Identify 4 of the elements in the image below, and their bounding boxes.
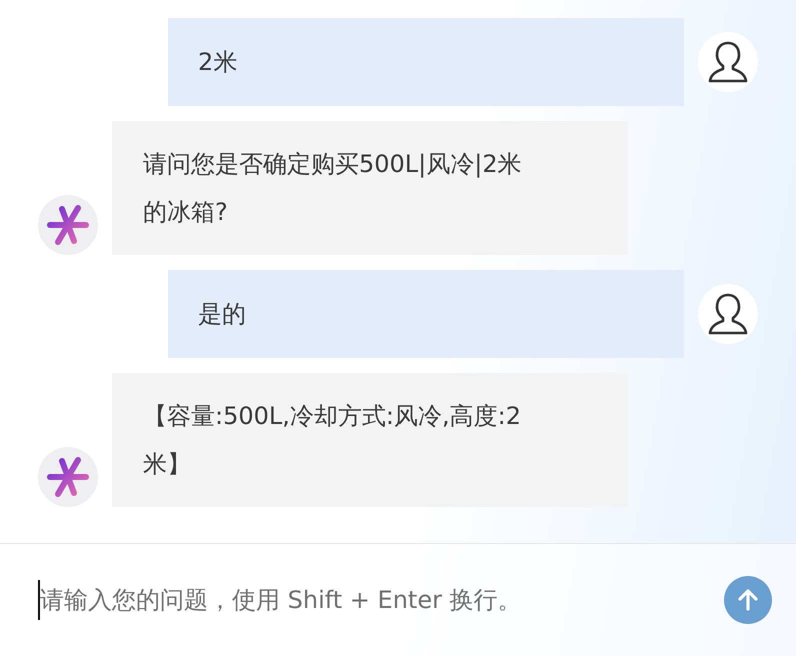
assistant-message: 【容量:500L,冷却方式:风冷,高度:2米】 — [112, 373, 628, 507]
user-message: 2米 — [168, 18, 684, 106]
assistant-message: 请问您是否确定购买500L|风冷|2米的冰箱? — [112, 121, 628, 255]
user-message: 是的 — [168, 270, 684, 358]
